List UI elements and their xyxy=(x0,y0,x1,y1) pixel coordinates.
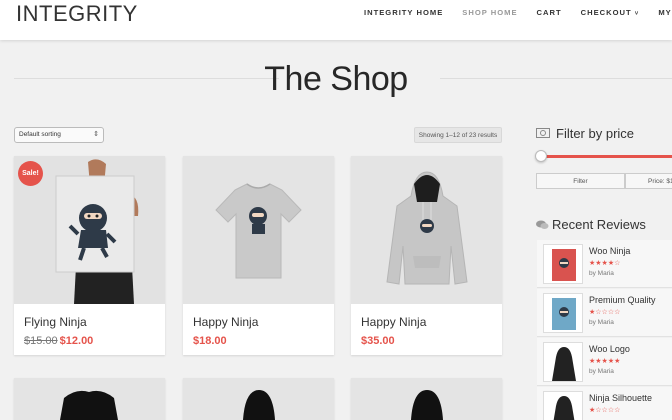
result-count: Showing 1–12 of 23 results xyxy=(414,127,502,143)
product-image[interactable] xyxy=(183,156,334,304)
happy-ninja-hoodie-image xyxy=(351,156,502,304)
product-price: $15.00 $12.00 xyxy=(24,335,93,347)
product-image[interactable] xyxy=(183,378,334,420)
product-name[interactable]: Flying Ninja xyxy=(24,315,87,329)
review-thumbnail[interactable] xyxy=(543,244,583,284)
woo-ninja-poster-image xyxy=(544,245,582,283)
price-slider-handle[interactable] xyxy=(535,150,547,162)
recent-reviews-title: Recent Reviews xyxy=(552,217,646,232)
chevron-down-icon: ˅ xyxy=(634,11,640,17)
star-rating: ★★★★☆ xyxy=(589,260,621,267)
title-divider-right xyxy=(440,78,672,79)
comments-icon xyxy=(536,220,549,229)
product-card[interactable] xyxy=(183,378,334,420)
product-image-partial xyxy=(351,378,502,420)
review-product-name[interactable]: Woo Logo xyxy=(589,344,630,354)
happy-ninja-tshirt-image xyxy=(183,156,334,304)
filter-button[interactable]: Filter xyxy=(536,173,625,189)
review-thumbnail[interactable] xyxy=(543,391,583,420)
money-icon xyxy=(536,128,550,138)
review-author: by Maria xyxy=(589,319,614,326)
review-item[interactable]: Woo Logo ★★★★★ by Maria xyxy=(537,338,672,386)
nav-integrity-home[interactable]: INTEGRITY HOME xyxy=(364,8,443,17)
product-card[interactable] xyxy=(351,378,502,420)
filter-by-price-title: Filter by price xyxy=(556,126,635,141)
product-price: $35.00 xyxy=(361,335,395,347)
product-image[interactable]: Sale! xyxy=(14,156,165,304)
nav-shop-home[interactable]: SHOP HOME xyxy=(462,8,517,17)
product-price: $18.00 xyxy=(193,335,227,347)
review-item[interactable]: Woo Ninja ★★★★☆ by Maria xyxy=(537,240,672,288)
product-card[interactable]: Sale! Flying Ninja $15.00 $12.00 xyxy=(14,156,165,355)
product-sale-price: $12.00 xyxy=(59,335,94,347)
product-card[interactable]: Happy Ninja $35.00 xyxy=(351,156,502,355)
select-arrows-icon: ⇕ xyxy=(93,131,99,138)
product-image[interactable] xyxy=(14,378,165,420)
premium-quality-poster-image xyxy=(544,294,582,332)
sale-badge: Sale! xyxy=(18,161,43,186)
woo-logo-hoodie-image xyxy=(544,343,582,381)
star-rating: ★☆☆☆☆ xyxy=(589,309,621,316)
site-header: INTEGRITY INTEGRITY HOME SHOP HOME CART … xyxy=(0,0,672,40)
star-rating: ★★★★★ xyxy=(589,358,621,365)
review-product-name[interactable]: Ninja Silhouette xyxy=(589,393,652,403)
review-thumbnail[interactable] xyxy=(543,293,583,333)
review-author: by Maria xyxy=(589,368,614,375)
product-name[interactable]: Happy Ninja xyxy=(361,315,426,329)
price-slider-track[interactable] xyxy=(541,155,672,158)
product-image[interactable] xyxy=(351,156,502,304)
product-image-partial xyxy=(14,378,165,420)
review-thumbnail[interactable] xyxy=(543,342,583,382)
site-logo[interactable]: INTEGRITY xyxy=(16,1,138,27)
product-image-partial xyxy=(183,378,334,420)
nav-my-account[interactable]: MY ACC xyxy=(658,8,672,17)
nav-checkout-label: CHECKOUT xyxy=(580,8,632,17)
price-range-label: Price: $1 xyxy=(625,173,672,189)
star-rating: ★☆☆☆☆ xyxy=(589,407,621,414)
review-product-name[interactable]: Woo Ninja xyxy=(589,246,630,256)
nav-checkout[interactable]: CHECKOUT ˅ xyxy=(581,8,640,17)
sort-select[interactable]: Default sorting ⇕ xyxy=(14,127,104,143)
review-item[interactable]: Ninja Silhouette ★☆☆☆☆ xyxy=(537,387,672,420)
product-old-price: $15.00 xyxy=(24,335,58,347)
product-image[interactable] xyxy=(351,378,502,420)
nav-cart[interactable]: CART xyxy=(537,8,562,17)
review-item[interactable]: Premium Quality ★☆☆☆☆ by Maria xyxy=(537,289,672,337)
review-product-name[interactable]: Premium Quality xyxy=(589,295,656,305)
page-title: The Shop xyxy=(264,60,408,98)
review-author: by Maria xyxy=(589,270,614,277)
product-name[interactable]: Happy Ninja xyxy=(193,315,258,329)
main-nav: INTEGRITY HOME SHOP HOME CART CHECKOUT ˅… xyxy=(364,8,672,17)
product-card[interactable] xyxy=(14,378,165,420)
product-card[interactable]: Happy Ninja $18.00 xyxy=(183,156,334,355)
sort-select-value: Default sorting xyxy=(19,131,61,138)
ninja-silhouette-hoodie-image xyxy=(544,392,582,420)
